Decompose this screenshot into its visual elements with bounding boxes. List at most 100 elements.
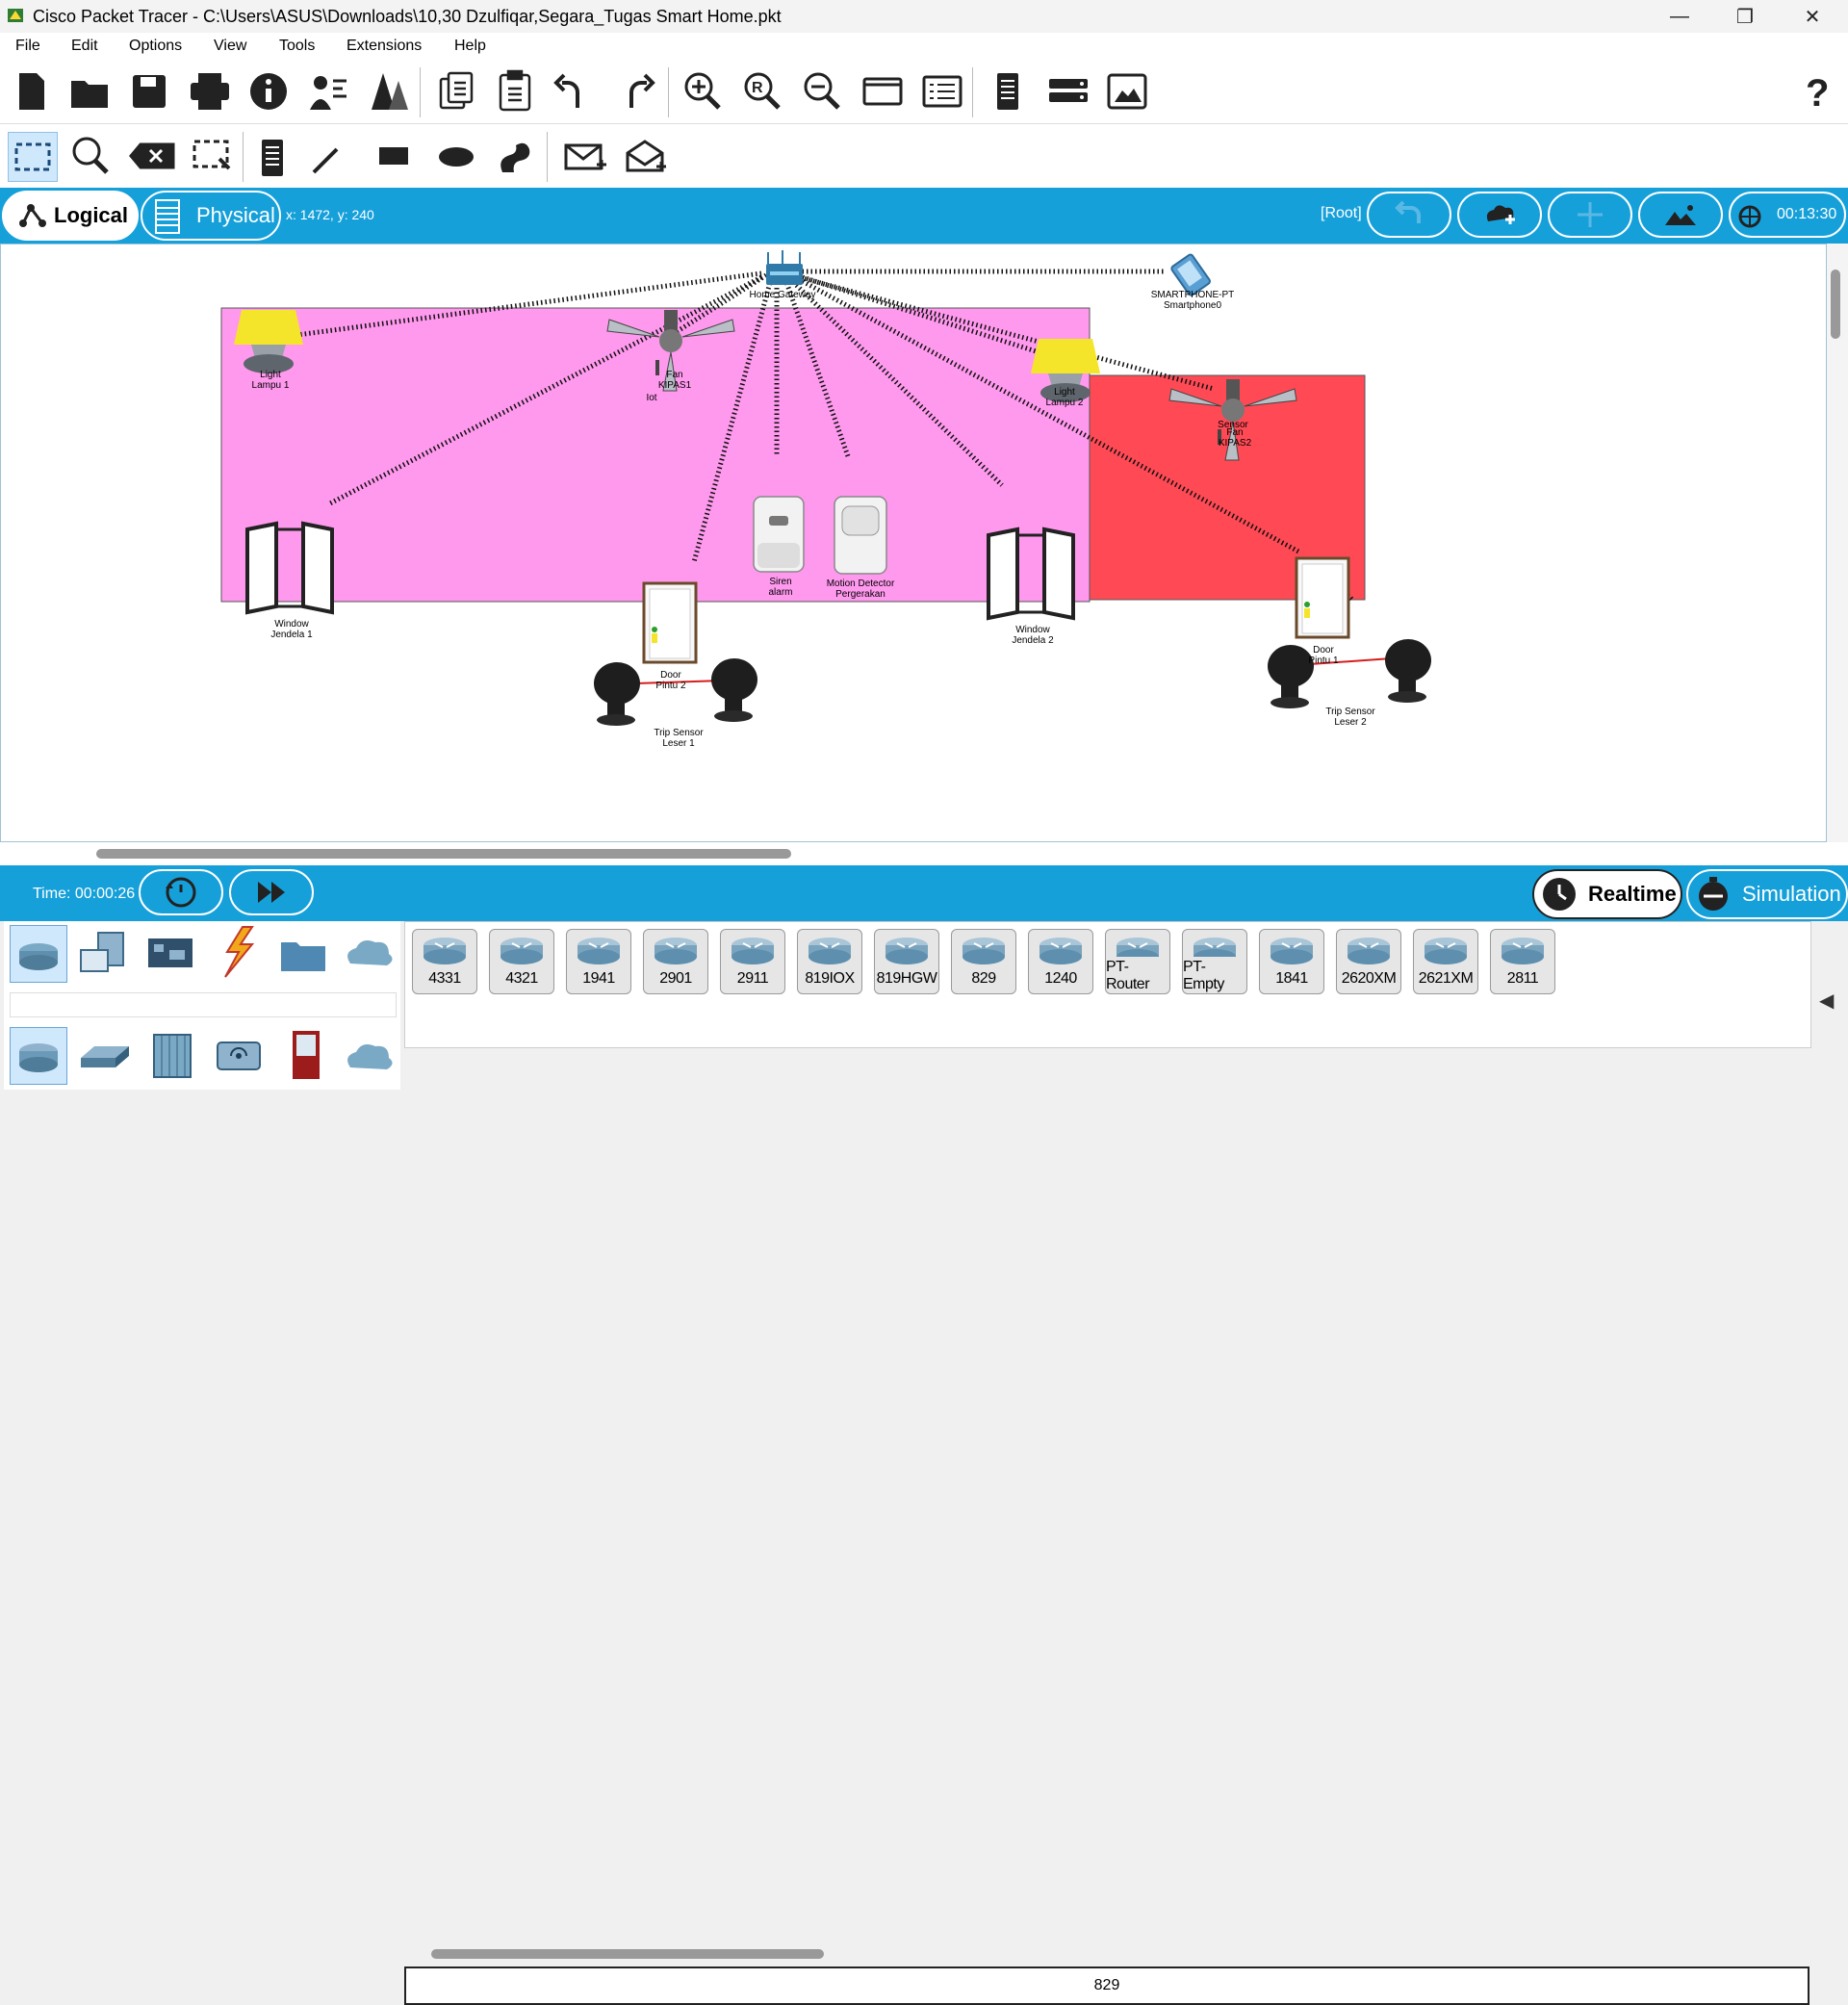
router-model-tile[interactable]: 4321	[489, 929, 554, 994]
router-icon	[1194, 938, 1236, 957]
root-breadcrumb[interactable]: [Root]	[1321, 205, 1362, 222]
router-model-tile[interactable]: 2811	[1490, 929, 1555, 994]
router-model-tile[interactable]: 2621XM	[1413, 929, 1478, 994]
move-object-button[interactable]	[1548, 192, 1632, 238]
router-model-tile[interactable]: PT-Router	[1105, 929, 1170, 994]
menu-edit[interactable]: Edit	[71, 38, 98, 55]
new-cluster-button[interactable]	[1457, 192, 1542, 238]
switch-icon[interactable]	[77, 1039, 133, 1077]
workspace-bar: Logical Physical x: 1472, y: 240 [Root] …	[0, 188, 1848, 244]
router-icon	[886, 938, 928, 964]
motion-detector-device	[834, 496, 887, 575]
router-model-label: 819HGW	[876, 970, 937, 987]
label-smartphone: SMARTPHONE-PT Smartphone0	[1150, 290, 1235, 311]
device-palette: 4331 4321 1941 2901 2911 819IOX 819HGW 829 1240 P…	[0, 921, 1848, 2005]
siren-alarm-device	[753, 496, 805, 573]
window-title: Cisco Packet Tracer - C:\Users\ASUS\Down…	[33, 7, 782, 26]
router-model-label: 829	[971, 970, 996, 987]
minimize-button[interactable]: —	[1650, 0, 1709, 33]
router-icon	[500, 938, 543, 964]
menu-options[interactable]: Options	[129, 38, 182, 55]
miscellaneous-folder-icon[interactable]	[277, 931, 329, 979]
hub-icon[interactable]	[148, 1031, 196, 1081]
title-bar: Cisco Packet Tracer - C:\Users\ASUS\Down…	[0, 0, 1848, 34]
menu-tools[interactable]: Tools	[279, 38, 315, 55]
label-siren: Siren alarm	[768, 577, 793, 598]
realtime-label: Realtime	[1588, 882, 1677, 906]
router-model-tile[interactable]: 2901	[643, 929, 708, 994]
menu-extensions[interactable]: Extensions	[346, 38, 422, 55]
router-model-tile[interactable]: 4331	[412, 929, 477, 994]
router-model-label: PT-Router	[1106, 959, 1150, 992]
router-icon	[1502, 938, 1544, 964]
menu-help[interactable]: Help	[454, 38, 486, 55]
set-background-button[interactable]	[1638, 192, 1723, 238]
router-model-label: 1240	[1044, 970, 1077, 987]
router-icon	[1116, 938, 1159, 957]
router-model-tile[interactable]: 2911	[720, 929, 785, 994]
router-model-list: 4331 4321 1941 2901 2911 819IOX 819HGW 829 1240 P…	[404, 921, 1810, 1017]
network-topology	[220, 250, 1431, 726]
wireless-device-icon[interactable]	[212, 1035, 266, 1077]
logical-workspace-canvas[interactable]: Iot Sensor Home Gateway SMARTPHONE-PT Sma…	[0, 244, 1827, 842]
home-gateway-device	[766, 250, 803, 285]
trip-sensor-leser1-device	[594, 658, 757, 726]
router-model-label: 1941	[582, 970, 615, 987]
router-model-tile[interactable]: 1841	[1259, 929, 1324, 994]
menu-file[interactable]: File	[15, 38, 40, 55]
router-icon	[1424, 938, 1467, 964]
subcategory-routers[interactable]	[10, 1027, 67, 1085]
simulation-mode-button[interactable]: Simulation	[1686, 869, 1848, 919]
time-label: Time: 00:00:26	[33, 886, 136, 902]
router-model-tile[interactable]: 819IOX	[797, 929, 862, 994]
connections-icon[interactable]	[210, 925, 262, 981]
trip-sensor-leser2-device	[1268, 639, 1431, 708]
fast-forward-button[interactable]	[229, 869, 314, 915]
stopwatch-icon	[1699, 877, 1728, 911]
router-model-tile[interactable]: 1240	[1028, 929, 1093, 994]
label-light-lampu2: Light Lampu 2	[1045, 387, 1084, 408]
scroll-left-arrow-icon[interactable]: ◀	[1819, 989, 1834, 1013]
device-list-scroll-thumb[interactable]	[431, 1949, 824, 1959]
tab-physical[interactable]: Physical	[141, 191, 281, 241]
time-bar: Time: 00:00:26 Realtime Simulation	[0, 865, 1848, 921]
back-button[interactable]	[1367, 192, 1451, 238]
router-icon	[732, 938, 774, 964]
router-model-label: 2811	[1506, 970, 1539, 987]
router-icon	[1348, 938, 1390, 964]
menu-view[interactable]: View	[214, 38, 246, 55]
end-devices-icon[interactable]	[77, 929, 129, 981]
canvas-horizontal-scroll-thumb[interactable]	[96, 849, 791, 859]
area-iot	[220, 307, 1091, 603]
main-toolbar: R ?	[0, 60, 1848, 124]
router-model-tile[interactable]: 2620XM	[1336, 929, 1401, 994]
wan-emulation-cloud-icon[interactable]	[341, 1037, 397, 1079]
tab-logical[interactable]: Logical	[2, 191, 139, 241]
router-model-label: 1841	[1275, 970, 1308, 987]
select-icon	[14, 142, 51, 171]
power-cycle-button[interactable]	[139, 869, 223, 915]
physical-rack-icon	[155, 199, 180, 234]
label-fan-kipas1: Fan KIPAS1	[657, 370, 692, 391]
label-door-pintu2: Door Pintu 2	[655, 670, 686, 691]
router-icon	[1270, 938, 1313, 964]
router-model-tile[interactable]: PT-Empty	[1182, 929, 1247, 994]
components-icon[interactable]	[144, 931, 196, 979]
category-name-field	[10, 992, 397, 1017]
router-model-tile[interactable]: 1941	[566, 929, 631, 994]
clock: 00:13:30	[1777, 206, 1837, 222]
close-button[interactable]: ✕	[1783, 0, 1842, 33]
router-model-label: 2901	[659, 970, 692, 987]
area-label-iot: Iot	[646, 393, 657, 403]
category-network-devices[interactable]	[10, 925, 67, 983]
multiuser-cloud-icon[interactable]	[341, 933, 397, 975]
router-model-tile[interactable]: 829	[951, 929, 1016, 994]
router-model-tile[interactable]: 819HGW	[874, 929, 939, 994]
router-model-label: 2621XM	[1418, 970, 1474, 987]
realtime-mode-button[interactable]: Realtime	[1532, 869, 1682, 919]
select-tool-button[interactable]	[8, 132, 58, 182]
router-model-label: 4331	[428, 970, 461, 987]
restore-button[interactable]: ❐	[1715, 0, 1775, 33]
security-device-icon[interactable]	[287, 1029, 325, 1083]
canvas-vertical-scroll-thumb[interactable]	[1831, 270, 1840, 339]
